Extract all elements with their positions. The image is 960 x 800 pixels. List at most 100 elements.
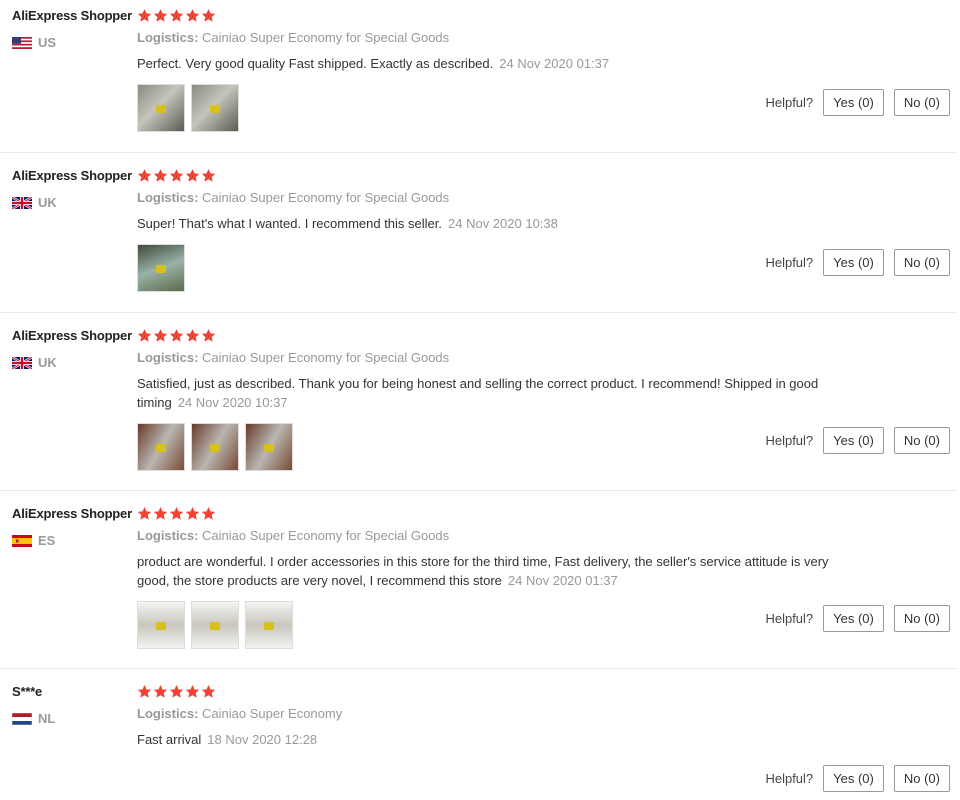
star-icon: [169, 328, 184, 342]
review-text: product are wonderful. I order accessori…: [137, 554, 829, 588]
reviewer-country: US: [12, 35, 134, 50]
review-item: AliExpress Shopper UK Logistics: Cainiao…: [0, 160, 956, 313]
review-photos: [137, 423, 857, 471]
review-item: AliExpress Shopper US Logistics: Cainiao…: [0, 0, 956, 153]
helpful-label: Helpful?: [765, 771, 814, 786]
helpful-vote: Helpful? Yes (0) No (0): [765, 605, 950, 632]
review-photos: [137, 84, 857, 132]
review-photo-thumbnail[interactable]: [137, 423, 185, 471]
review-photo-thumbnail[interactable]: [245, 601, 293, 649]
reviewer-country: NL: [12, 711, 134, 726]
helpful-yes-button[interactable]: Yes (0): [823, 427, 884, 454]
reviewer-info: AliExpress Shopper UK: [12, 168, 134, 210]
reviewer-info: S***e NL: [12, 684, 134, 726]
reviewer-info: AliExpress Shopper UK: [12, 328, 134, 370]
review-text-block: Perfect. Very good quality Fast shipped.…: [137, 54, 857, 73]
star-rating: [137, 682, 857, 700]
helpful-yes-button[interactable]: Yes (0): [823, 249, 884, 276]
review-photo-thumbnail[interactable]: [245, 423, 293, 471]
star-icon: [153, 168, 168, 182]
helpful-yes-button[interactable]: Yes (0): [823, 89, 884, 116]
star-icon: [137, 168, 152, 182]
review-photo-thumbnail[interactable]: [191, 423, 239, 471]
star-icon: [169, 8, 184, 22]
logistics-label: Logistics:: [137, 350, 199, 365]
helpful-label: Helpful?: [765, 255, 814, 270]
review-feed: AliExpress Shopper US Logistics: Cainiao…: [0, 0, 960, 800]
logistics-info: Logistics: Cainiao Super Economy for Spe…: [137, 350, 857, 365]
star-icon: [137, 506, 152, 520]
logistics-label: Logistics:: [137, 190, 199, 205]
helpful-label: Helpful?: [765, 95, 814, 110]
star-icon: [201, 168, 216, 182]
helpful-no-button[interactable]: No (0): [893, 249, 950, 276]
helpful-no-button[interactable]: No (0): [893, 427, 950, 454]
review-photo-thumbnail[interactable]: [137, 601, 185, 649]
review-date: 24 Nov 2020 01:37: [499, 56, 610, 71]
star-rating: [137, 326, 857, 344]
logistics-info: Logistics: Cainiao Super Economy for Spe…: [137, 30, 857, 45]
helpful-label: Helpful?: [765, 433, 814, 448]
star-icon: [185, 684, 200, 698]
logistics-label: Logistics:: [137, 706, 199, 721]
review-text-block: product are wonderful. I order accessori…: [137, 552, 857, 590]
logistics-label: Logistics:: [137, 30, 199, 45]
review-text-block: Fast arrival 18 Nov 2020 12:28: [137, 730, 857, 749]
reviewer-info: AliExpress Shopper ES: [12, 506, 134, 548]
es-flag-icon: [12, 534, 32, 547]
helpful-yes-button[interactable]: Yes (0): [823, 605, 884, 632]
star-icon: [153, 328, 168, 342]
review-body: Logistics: Cainiao Super Economy Fast ar…: [137, 682, 857, 749]
star-icon: [201, 506, 216, 520]
reviewer-name: AliExpress Shopper: [12, 8, 132, 23]
star-icon: [185, 8, 200, 22]
us-flag-icon: [12, 36, 32, 49]
nl-flag-icon: [12, 712, 32, 725]
logistics-info: Logistics: Cainiao Super Economy for Spe…: [137, 190, 857, 205]
review-date: 24 Nov 2020 10:37: [177, 395, 288, 410]
star-icon: [153, 684, 168, 698]
review-body: Logistics: Cainiao Super Economy for Spe…: [137, 326, 857, 471]
reviewer-country: UK: [12, 355, 134, 370]
review-body: Logistics: Cainiao Super Economy for Spe…: [137, 504, 857, 649]
star-icon: [153, 8, 168, 22]
star-rating: [137, 166, 857, 184]
review-photo-thumbnail[interactable]: [191, 601, 239, 649]
star-icon: [185, 506, 200, 520]
helpful-vote: Helpful? Yes (0) No (0): [765, 249, 950, 276]
logistics-info: Logistics: Cainiao Super Economy: [137, 706, 857, 721]
country-code: UK: [38, 195, 57, 210]
review-date: 18 Nov 2020 12:28: [207, 732, 318, 747]
helpful-label: Helpful?: [765, 611, 814, 626]
star-icon: [201, 328, 216, 342]
reviewer-info: AliExpress Shopper US: [12, 8, 134, 50]
country-code: UK: [38, 355, 57, 370]
reviewer-country: ES: [12, 533, 134, 548]
review-item: S***e NL Logistics: Cainiao Super Econom…: [0, 676, 956, 800]
star-icon: [185, 328, 200, 342]
star-icon: [137, 8, 152, 22]
review-photo-thumbnail[interactable]: [137, 84, 185, 132]
country-code: ES: [38, 533, 56, 548]
helpful-yes-button[interactable]: Yes (0): [823, 765, 884, 792]
review-body: Logistics: Cainiao Super Economy for Spe…: [137, 6, 857, 132]
review-date: 24 Nov 2020 01:37: [507, 573, 618, 588]
star-icon: [169, 168, 184, 182]
review-photo-thumbnail[interactable]: [191, 84, 239, 132]
review-photos: [137, 244, 857, 292]
star-icon: [169, 684, 184, 698]
helpful-no-button[interactable]: No (0): [893, 765, 950, 792]
review-photo-thumbnail[interactable]: [137, 244, 185, 292]
review-text: Fast arrival: [137, 732, 202, 747]
reviewer-name: AliExpress Shopper: [12, 168, 132, 183]
helpful-vote: Helpful? Yes (0) No (0): [765, 765, 950, 792]
review-body: Logistics: Cainiao Super Economy for Spe…: [137, 166, 857, 292]
helpful-vote: Helpful? Yes (0) No (0): [765, 89, 950, 116]
logistics-label: Logistics:: [137, 528, 199, 543]
helpful-no-button[interactable]: No (0): [893, 89, 950, 116]
star-icon: [169, 506, 184, 520]
logistics-method: Cainiao Super Economy for Special Goods: [202, 190, 450, 205]
helpful-no-button[interactable]: No (0): [893, 605, 950, 632]
country-code: NL: [38, 711, 56, 726]
reviewer-name: AliExpress Shopper: [12, 328, 132, 343]
